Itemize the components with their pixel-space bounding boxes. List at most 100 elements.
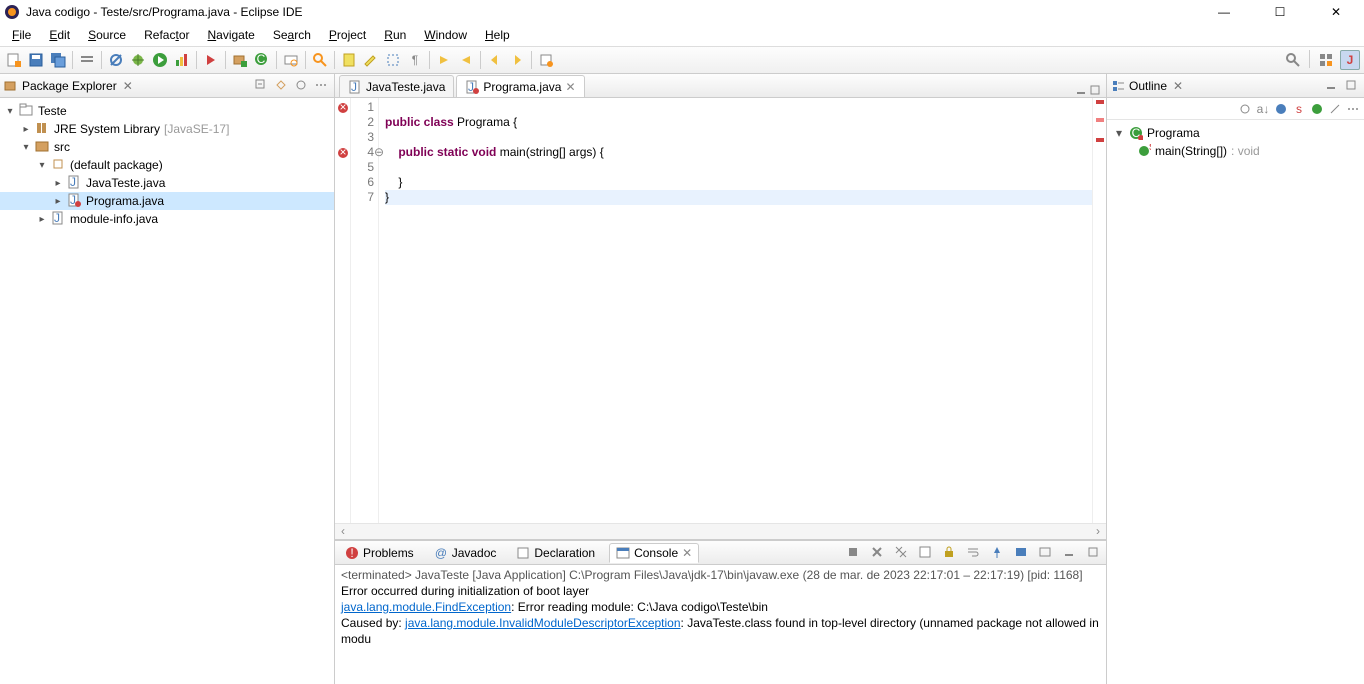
close-view-icon[interactable]: ✕ [123,79,133,93]
console-display-icon[interactable] [1014,545,1030,561]
min-outline-icon[interactable] [1324,78,1340,94]
title-bar: Java codigo - Teste/src/Programa.java - … [0,0,1364,24]
view-menu-icon[interactable] [314,78,330,94]
editor-tab-programa[interactable]: J Programa.java ✕ [456,75,584,97]
window-title: Java codigo - Teste/src/Programa.java - … [26,5,1208,19]
max-outline-icon[interactable] [1344,78,1360,94]
menu-file[interactable]: File [4,26,39,44]
back-icon[interactable] [485,50,505,70]
quick-access-icon[interactable] [1283,50,1303,70]
search-icon[interactable] [310,50,330,70]
tree-file-programa[interactable]: ▸ J Programa.java [0,192,334,210]
console-terminate-icon[interactable] [846,545,862,561]
focus-icon[interactable] [294,78,310,94]
outline-method[interactable]: s main(String[]) : void [1109,142,1362,160]
skip-breakpoints-icon[interactable] [106,50,126,70]
tab-javadoc[interactable]: @ Javadoc [428,544,503,562]
block-select-icon[interactable] [383,50,403,70]
open-perspective-icon[interactable] [1316,50,1336,70]
console-link[interactable]: java.lang.module.FindException [341,600,511,614]
close-button[interactable]: ✕ [1320,5,1352,19]
console-output[interactable]: <terminated> JavaTeste [Java Application… [335,565,1106,684]
collapse-all-icon[interactable] [254,78,270,94]
close-console-icon[interactable]: ✕ [682,546,692,560]
console-link[interactable]: java.lang.module.InvalidModuleDescriptor… [405,616,680,630]
new-package-icon[interactable] [230,50,250,70]
save-icon[interactable] [26,50,46,70]
outline-class[interactable]: ▾ C Programa [1109,124,1362,142]
problems-icon: ! [345,546,359,560]
run-last-icon[interactable] [201,50,221,70]
console-open-icon[interactable] [1038,545,1054,561]
outline-menu-icon[interactable] [1346,102,1360,116]
menu-help[interactable]: Help [477,26,518,44]
menu-run[interactable]: Run [376,26,414,44]
hide-static-icon[interactable]: s [1292,102,1306,116]
forward-icon[interactable] [507,50,527,70]
maximize-editor-icon[interactable] [1088,83,1102,97]
console-scroll-lock-icon[interactable] [942,545,958,561]
editor-tab-javateste[interactable]: J JavaTeste.java [339,75,454,97]
java-perspective-icon[interactable]: J [1340,50,1360,70]
package-tree[interactable]: ▾ Teste ▸ JRE System Library [JavaSE-17]… [0,98,334,232]
open-type-icon[interactable] [281,50,301,70]
coverage-icon[interactable] [172,50,192,70]
close-outline-icon[interactable]: ✕ [1173,79,1183,93]
menu-refactor[interactable]: Refactor [136,26,197,44]
outline-tree[interactable]: ▾ C Programa s main(String[]) : void [1107,120,1364,164]
prev-annotation-icon[interactable] [456,50,476,70]
menu-edit[interactable]: Edit [41,26,78,44]
tree-file-javateste[interactable]: ▸ J JavaTeste.java [0,174,334,192]
toggle-mark-icon[interactable] [339,50,359,70]
maximize-button[interactable]: ☐ [1264,5,1296,19]
tree-default-package[interactable]: ▾ (default package) [0,156,334,174]
link-editor-icon[interactable] [274,78,290,94]
console-remove-icon[interactable] [870,545,886,561]
console-clear-icon[interactable] [918,545,934,561]
console-pin-icon[interactable] [990,545,1006,561]
save-all-icon[interactable] [48,50,68,70]
menu-search[interactable]: Search [265,26,319,44]
console-word-wrap-icon[interactable] [966,545,982,561]
sort-icon[interactable]: a↓ [1256,102,1270,116]
menu-source[interactable]: Source [80,26,134,44]
marker-ruler[interactable]: × × [335,98,351,523]
pin-editor-icon[interactable] [536,50,556,70]
debug-icon[interactable] [128,50,148,70]
show-whitespace-icon[interactable]: ¶ [405,50,425,70]
overview-ruler[interactable] [1092,98,1106,523]
hide-local-icon[interactable] [1328,102,1342,116]
tab-declaration[interactable]: Declaration [510,544,601,562]
svg-text:J: J [70,193,76,207]
console-max-icon[interactable] [1086,545,1102,561]
console-remove-all-icon[interactable] [894,545,910,561]
code-editor[interactable]: × × 1 2 3 4⊖ 5 6 7 public class Programa… [335,98,1106,523]
tree-jre[interactable]: ▸ JRE System Library [JavaSE-17] [0,120,334,138]
menu-project[interactable]: Project [321,26,374,44]
close-tab-icon[interactable]: ✕ [565,80,575,94]
next-annotation-icon[interactable] [434,50,454,70]
toggle-breadcrumb-icon[interactable] [77,50,97,70]
menu-window[interactable]: Window [416,26,475,44]
minimize-editor-icon[interactable] [1074,83,1088,97]
outline-icon [1111,79,1125,93]
menu-navigate[interactable]: Navigate [199,26,262,44]
run-icon[interactable] [150,50,170,70]
tree-project[interactable]: ▾ Teste [0,102,334,120]
eclipse-icon [4,4,20,20]
toggle-highlight-icon[interactable] [361,50,381,70]
code-content[interactable]: public class Programa { public static vo… [379,98,1092,523]
tree-src[interactable]: ▾ src [0,138,334,156]
svg-text:s: s [1149,144,1151,153]
tab-console[interactable]: Console ✕ [609,543,699,563]
focus-active-icon[interactable] [1238,102,1252,116]
editor-hscroll[interactable]: ‹› [335,523,1106,539]
console-min-icon[interactable] [1062,545,1078,561]
hide-fields-icon[interactable] [1274,102,1288,116]
new-icon[interactable] [4,50,24,70]
tab-problems[interactable]: ! Problems [339,544,420,562]
new-class-icon[interactable]: C [252,50,272,70]
minimize-button[interactable]: — [1208,5,1240,19]
hide-nonpublic-icon[interactable] [1310,102,1324,116]
tree-file-module-info[interactable]: ▸ J module-info.java [0,210,334,228]
